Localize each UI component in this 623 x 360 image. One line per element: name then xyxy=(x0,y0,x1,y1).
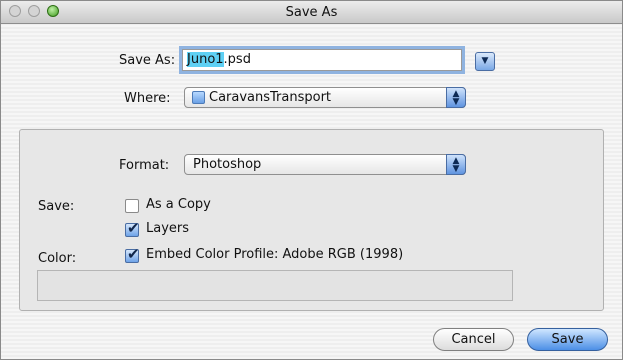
embed-color-profile-checkbox[interactable]: ✔ xyxy=(125,245,140,263)
format-value: Photoshop xyxy=(193,157,262,172)
format-popup[interactable]: Photoshop ▲ ▼ xyxy=(184,154,466,175)
filename-selected-text: Juno1 xyxy=(187,52,224,67)
popup-arrows-icon: ▲ ▼ xyxy=(446,87,466,108)
color-label: Color: xyxy=(38,251,77,266)
popup-arrows-icon: ▲ ▼ xyxy=(446,154,466,175)
filename-input[interactable]: Juno1.psd xyxy=(182,49,462,71)
window-title: Save As xyxy=(285,5,338,20)
warning-message-area xyxy=(37,270,513,301)
save-as-label: Save As: xyxy=(119,53,176,68)
as-a-copy-label[interactable]: As a Copy xyxy=(146,197,211,212)
save-options-label: Save: xyxy=(38,199,75,214)
chevron-down-icon: ▼ xyxy=(481,56,489,66)
save-as-dialog: Save As Save As: Juno1.psd ▼ Where: Cara… xyxy=(0,0,623,360)
as-a-copy-checkbox[interactable] xyxy=(125,199,139,213)
layers-checkbox[interactable]: ✔ xyxy=(125,219,140,237)
folder-icon xyxy=(192,91,205,104)
title-bar[interactable]: Save As xyxy=(1,1,622,24)
expand-dialog-button[interactable]: ▼ xyxy=(475,52,495,71)
where-value: CaravansTransport xyxy=(209,90,332,105)
cancel-button[interactable]: Cancel xyxy=(433,328,514,351)
checkmark-icon: ✔ xyxy=(127,219,140,237)
save-button[interactable]: Save xyxy=(527,328,608,351)
filename-extension: .psd xyxy=(223,52,251,67)
where-label: Where: xyxy=(124,91,171,106)
format-label: Format: xyxy=(119,158,170,173)
where-popup[interactable]: CaravansTransport ▲ ▼ xyxy=(184,87,466,108)
layers-label[interactable]: Layers xyxy=(146,221,189,236)
checkmark-icon: ✔ xyxy=(127,245,140,263)
embed-color-profile-label[interactable]: Embed Color Profile: Adobe RGB (1998) xyxy=(146,247,403,262)
